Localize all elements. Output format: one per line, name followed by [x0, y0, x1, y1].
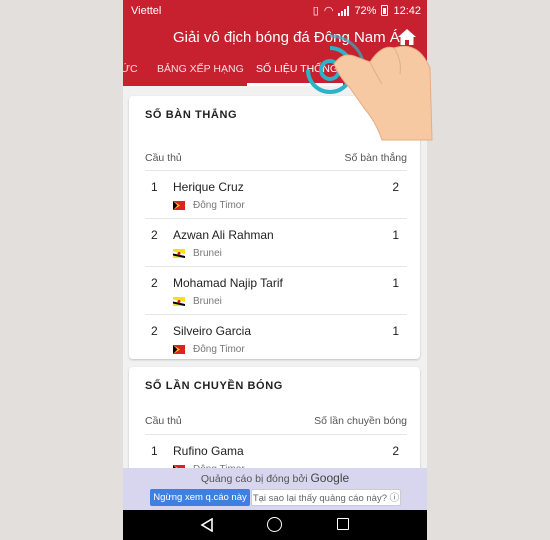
wifi-icon: ◠ — [323, 5, 334, 17]
goals-card: SỐ BÀN THẮNG Cầu thủ Số bàn thắng 1 Heri… — [129, 96, 420, 359]
status-bar: Viettel ▯ ◠ 72% 12:42 — [123, 0, 427, 22]
stats-content[interactable]: SỐ BÀN THẮNG Cầu thủ Số bàn thắng 1 Heri… — [123, 86, 427, 510]
ad-closed-label: Quảng cáo bị đóng bởi — [200, 473, 308, 485]
column-header-assists: Số lần chuyền bóng — [314, 415, 407, 427]
home-nav-icon[interactable] — [267, 517, 282, 532]
assist-count: 2 — [392, 444, 399, 458]
ad-banner: Quảng cáo bị đóng bởi Google Ngừng xem q… — [123, 468, 427, 510]
ad-closed-text: Quảng cáo bị đóng bởi Google — [123, 471, 427, 485]
table-row[interactable]: 1 Herique Cruz 2 Đông Timor — [145, 170, 407, 218]
goal-count: 1 — [392, 276, 399, 290]
brunei-flag-icon — [173, 297, 185, 306]
home-icon[interactable] — [397, 27, 417, 47]
column-header-player: Cầu thủ — [145, 415, 182, 427]
recent-apps-icon[interactable] — [337, 518, 349, 530]
table-row[interactable]: 2 Silveiro Garcia 1 Đông Timor — [145, 314, 407, 362]
tab-statistics[interactable]: SỐ LIỆU THỐNG KÊ — [256, 63, 355, 75]
google-brand: Google — [310, 471, 350, 485]
app-bar: Giải vô địch bóng đá Đông Nam Á — [123, 22, 427, 54]
signal-icon — [338, 5, 350, 16]
card-title: SỐ BÀN THẮNG — [145, 109, 238, 121]
player-name: Azwan Ali Rahman — [173, 228, 274, 242]
background-right — [427, 0, 550, 540]
player-name: Herique Cruz — [173, 180, 244, 194]
column-header-player: Cầu thủ — [145, 152, 182, 164]
table-row[interactable]: 2 Mohamad Najip Tarif 1 Brunei — [145, 266, 407, 314]
goal-count: 1 — [392, 228, 399, 242]
rank: 2 — [151, 276, 158, 290]
player-name: Mohamad Najip Tarif — [173, 276, 283, 290]
card-title: SỐ LẦN CHUYỀN BÓNG — [145, 380, 283, 392]
goal-count: 1 — [392, 324, 399, 338]
battery-percent: 72% — [354, 4, 377, 17]
timor-leste-flag-icon — [173, 345, 185, 354]
country-name: Brunei — [193, 248, 222, 259]
rank: 2 — [151, 228, 158, 242]
system-nav-bar — [123, 510, 427, 540]
clock: 12:42 — [393, 4, 421, 17]
phone-screen: Viettel ▯ ◠ 72% 12:42 Giải vô địch bóng … — [123, 0, 427, 540]
vibrate-icon: ▯ — [312, 5, 319, 17]
back-icon[interactable] — [200, 518, 214, 532]
rank: 1 — [151, 444, 158, 458]
country-name: Brunei — [193, 296, 222, 307]
table-row[interactable]: 2 Azwan Ali Rahman 1 Brunei — [145, 218, 407, 266]
player-name: Rufino Gama — [173, 444, 244, 458]
battery-icon — [381, 5, 389, 16]
rank: 1 — [151, 180, 158, 194]
brunei-flag-icon — [173, 249, 185, 258]
why-ad-button[interactable]: Tại sao lại thấy quảng cáo này? ⓘ — [251, 489, 401, 506]
player-name: Silveiro Garcia — [173, 324, 252, 338]
country-name: Đông Timor — [193, 344, 245, 355]
timor-leste-flag-icon — [173, 201, 185, 210]
rank: 2 — [151, 324, 158, 338]
column-header-goals: Số bàn thắng — [344, 152, 407, 164]
stop-ad-button[interactable]: Ngừng xem q.cáo này — [150, 489, 250, 506]
app-title: Giải vô địch bóng đá Đông Nam Á — [173, 29, 400, 46]
country-name: Đông Timor — [193, 200, 245, 211]
tab-standings[interactable]: BẢNG XẾP HẠNG — [157, 63, 244, 75]
carrier-name: Viettel — [131, 5, 162, 17]
tab-schedule[interactable]: ỨC — [123, 63, 138, 75]
goal-count: 2 — [392, 180, 399, 194]
status-indicators: ▯ ◠ 72% 12:42 — [312, 4, 421, 18]
tab-bar: ỨC BẢNG XẾP HẠNG SỐ LIỆU THỐNG KÊ — [123, 54, 427, 86]
background-left — [0, 0, 123, 540]
